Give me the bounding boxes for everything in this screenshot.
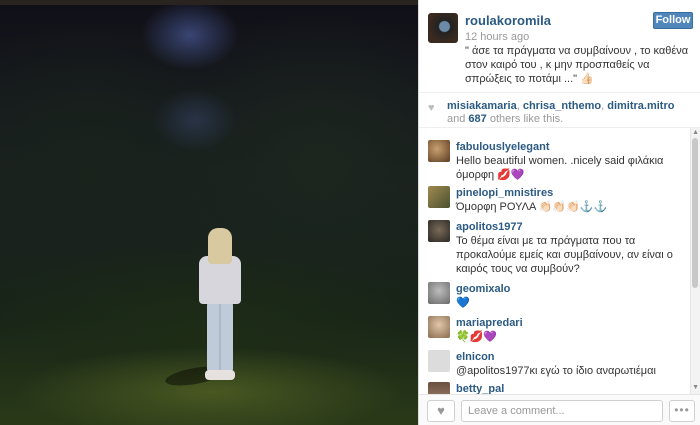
commenter-avatar[interactable] xyxy=(428,382,450,394)
commenter-avatar[interactable] xyxy=(428,140,450,162)
post-caption: " άσε τα πράγματα να συμβαίνουν , το καθ… xyxy=(465,45,689,85)
likes-count[interactable]: 687 xyxy=(468,113,486,125)
photo-person xyxy=(164,228,245,390)
commenter-username[interactable]: betty_pal xyxy=(456,383,504,394)
heart-icon: ♥ xyxy=(428,102,435,114)
commenter-avatar[interactable] xyxy=(428,316,450,338)
top-strip xyxy=(0,0,418,5)
comment-footer: ♥ ••• xyxy=(419,394,700,425)
author-avatar[interactable] xyxy=(428,13,458,43)
likes-summary: ♥ misiakamaria, chrisa_nthemo, dimitra.m… xyxy=(419,92,700,128)
likes-and: and xyxy=(447,113,466,125)
scrollbar-thumb[interactable] xyxy=(692,138,698,288)
comment-text: 💙 xyxy=(456,297,470,309)
commenter-avatar[interactable] xyxy=(428,220,450,242)
comment-text: Το θέμα είναι με τα πράγματα που τα προκ… xyxy=(456,235,673,275)
comment-item: betty_pal xyxy=(419,382,691,394)
comment-item: elnicon @apolitos1977κι εγώ το ίδιο αναρ… xyxy=(419,350,691,380)
post-sidebar: roulakoromila 12 hours ago Follow " άσε … xyxy=(418,0,700,425)
commenter-avatar[interactable] xyxy=(428,186,450,208)
like-button[interactable]: ♥ xyxy=(427,400,455,422)
comment-item: fabulouslyelegant Hello beautiful women.… xyxy=(419,140,691,181)
commenter-avatar[interactable] xyxy=(428,350,450,372)
comment-text: 🍀💋💜 xyxy=(456,331,498,343)
comment-text: Όμορφη ΡΟΥΛΑ 👏🏻👏🏻👏🏻⚓⚓ xyxy=(456,201,608,213)
scroll-down-icon[interactable]: ▼ xyxy=(692,384,699,391)
commenter-username[interactable]: mariapredari xyxy=(456,317,523,329)
commenter-username[interactable]: fabulouslyelegant xyxy=(456,141,550,153)
liker-username[interactable]: chrisa_nthemo xyxy=(523,100,601,112)
more-options-icon: ••• xyxy=(674,403,690,417)
commenter-username[interactable]: pinelopi_mnistires xyxy=(456,187,553,199)
like-heart-icon: ♥ xyxy=(437,403,445,418)
author-username[interactable]: roulakoromila xyxy=(465,13,551,28)
post-header: roulakoromila 12 hours ago Follow " άσε … xyxy=(419,0,700,92)
more-options-button[interactable]: ••• xyxy=(669,400,695,422)
comment-item: pinelopi_mnistires Όμορφη ΡΟΥΛΑ 👏🏻👏🏻👏🏻⚓⚓ xyxy=(419,186,691,216)
liker-username[interactable]: dimitra.mitro xyxy=(607,100,674,112)
comment-input[interactable] xyxy=(461,400,663,422)
post-photo[interactable] xyxy=(0,0,418,425)
scroll-up-icon[interactable]: ▲ xyxy=(692,129,699,136)
commenter-username[interactable]: geomixalo xyxy=(456,283,510,295)
comment-item: apolitos1977 Το θέμα είναι με τα πράγματ… xyxy=(419,220,691,278)
follow-button[interactable]: Follow xyxy=(653,12,693,29)
commenter-username[interactable]: apolitos1977 xyxy=(456,221,523,233)
comment-item: geomixalo 💙 xyxy=(419,282,691,314)
comment-item: mariapredari 🍀💋💜 xyxy=(419,316,691,348)
comment-text: @apolitos1977κι εγώ το ίδιο αναρωτιέμαι xyxy=(456,365,656,377)
likes-suffix: others like this. xyxy=(489,113,564,125)
liker-username[interactable]: misiakamaria xyxy=(447,100,517,112)
post-timestamp[interactable]: 12 hours ago xyxy=(465,31,529,43)
commenter-username[interactable]: elnicon xyxy=(456,351,495,363)
commenter-avatar[interactable] xyxy=(428,282,450,304)
comments-list: fabulouslyelegant Hello beautiful women.… xyxy=(419,128,691,394)
comment-text: Hello beautiful women. .nicely said φιλά… xyxy=(456,155,664,181)
